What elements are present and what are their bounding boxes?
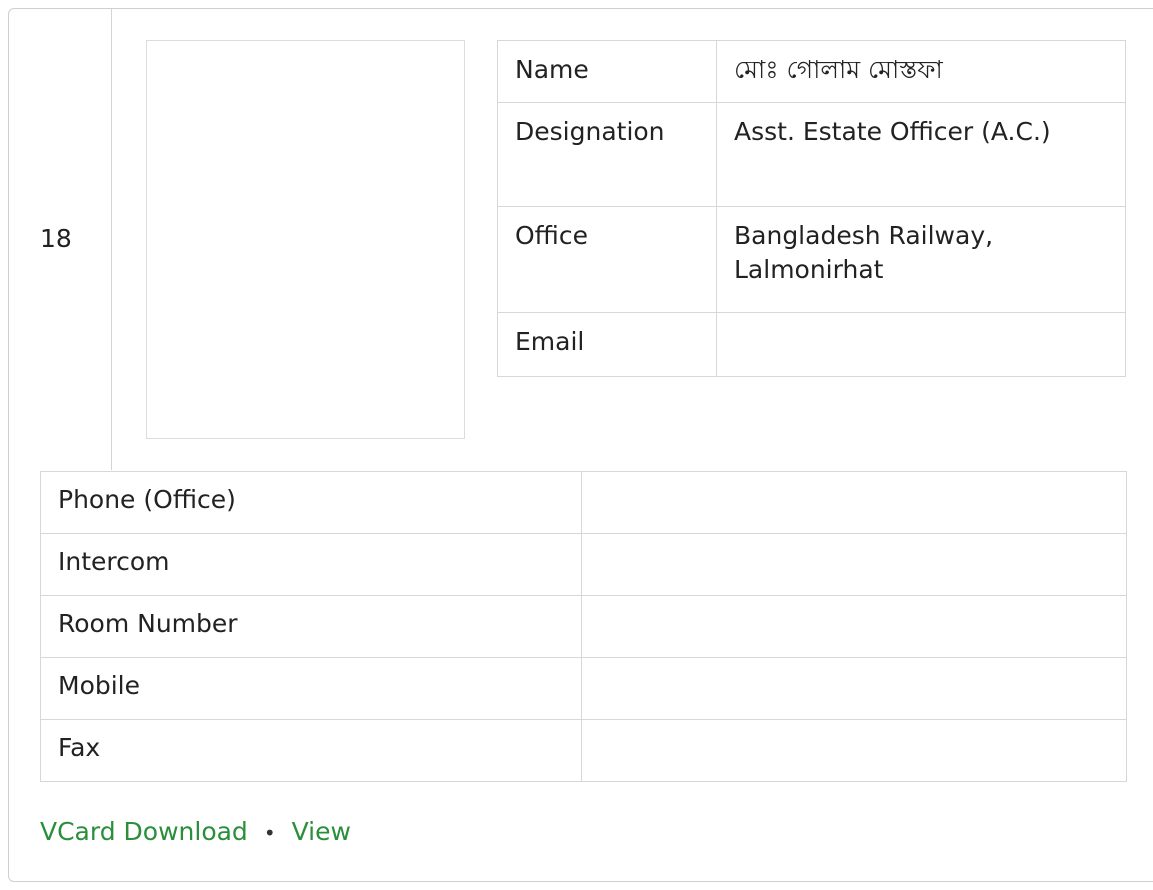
link-separator: • [263,821,276,845]
serial-number: 18 [40,224,72,253]
mobile-value [581,657,1127,720]
table-row: Intercom [40,533,1127,596]
designation-label: Designation [497,102,717,207]
table-row: Office Bangladesh Railway, Lalmonirhat [497,206,1126,313]
mobile-label: Mobile [40,657,582,720]
designation-value: Asst. Estate Officer (A.C.) [716,102,1126,207]
name-value: মোঃ গোলাম মোস্তফা [716,40,1126,103]
email-value [716,312,1126,377]
fax-label: Fax [40,719,582,782]
intercom-label: Intercom [40,533,582,596]
fax-value [581,719,1127,782]
table-row: Fax [40,719,1127,782]
room-number-value [581,595,1127,658]
table-row: Phone (Office) [40,471,1127,534]
table-row: Mobile [40,657,1127,720]
table-row: Room Number [40,595,1127,658]
phone-office-label: Phone (Office) [40,471,582,534]
table-row: Email [497,312,1126,377]
phone-office-value [581,471,1127,534]
view-link[interactable]: View [292,817,351,846]
email-label: Email [497,312,717,377]
office-label: Office [497,206,717,313]
profile-photo [146,40,465,439]
vcard-download-link[interactable]: VCard Download [40,817,248,846]
room-number-label: Room Number [40,595,582,658]
office-value: Bangladesh Railway, Lalmonirhat [716,206,1126,313]
contact-table: Phone (Office) Intercom Room Number Mobi… [40,471,1127,782]
table-row: Designation Asst. Estate Officer (A.C.) [497,102,1126,207]
info-table: Name মোঃ গোলাম মোস্তফা Designation Asst.… [497,40,1126,377]
action-links: VCard Download • View [40,815,351,850]
table-row: Name মোঃ গোলাম মোস্তফা [497,40,1126,103]
intercom-value [581,533,1127,596]
column-divider [111,9,112,470]
name-label: Name [497,40,717,103]
